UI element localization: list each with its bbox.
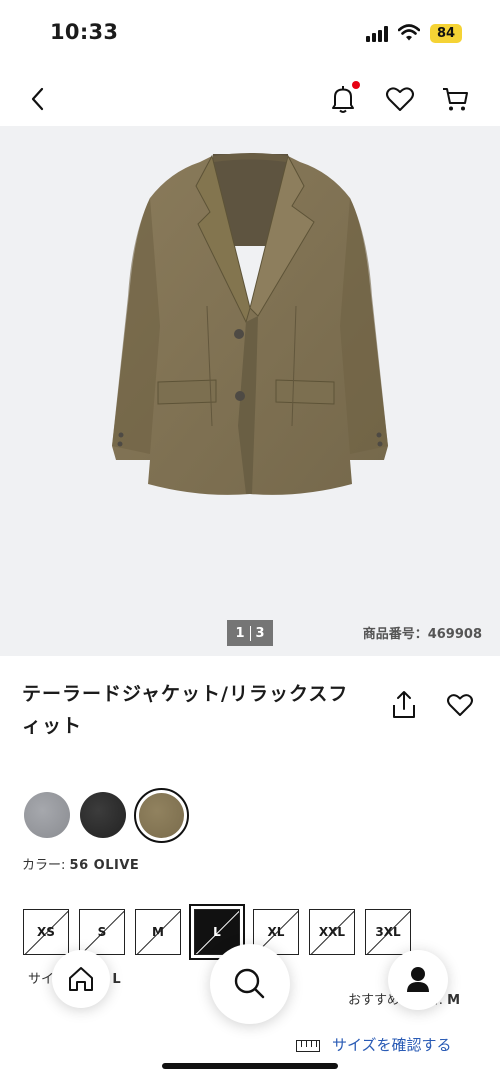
product-title: テーラードジャケット/リラックスフィット	[22, 683, 349, 737]
notification-bell-button[interactable]	[328, 81, 360, 115]
back-chevron-icon[interactable]	[24, 84, 54, 114]
size-option-s[interactable]: S	[79, 909, 125, 955]
cart-icon[interactable]	[440, 84, 470, 114]
size-option-3xl[interactable]: 3XL	[365, 909, 411, 955]
account-icon	[407, 967, 429, 992]
notification-dot	[352, 81, 360, 89]
home-indicator	[162, 1063, 338, 1069]
account-button[interactable]	[388, 950, 448, 1010]
product-jacket-image	[112, 153, 388, 495]
share-icon[interactable]	[390, 690, 418, 720]
color-swatch-black[interactable]	[80, 792, 126, 838]
status-time: 10:33	[50, 20, 119, 44]
total-pages: 3	[255, 625, 265, 641]
favorite-heart-icon[interactable]	[385, 85, 415, 113]
product-number: 商品番号：469908	[362, 627, 482, 642]
page-indicator: 1 3	[227, 620, 273, 646]
selected-color: 56 OLIVE	[69, 858, 140, 873]
signal-icon	[366, 26, 390, 42]
recommended-size-value: M	[447, 993, 461, 1008]
home-button[interactable]	[52, 950, 110, 1008]
size-option-xs[interactable]: XS	[23, 909, 69, 955]
size-check-label: サイズを確認する	[332, 1036, 452, 1054]
size-check-link[interactable]: サイズを確認する	[296, 1034, 452, 1055]
ruler-icon	[296, 1039, 320, 1052]
status-bar: 10:33 84	[0, 0, 500, 66]
top-nav	[0, 72, 500, 126]
home-icon	[69, 967, 93, 991]
search-button[interactable]	[210, 944, 290, 1024]
current-page: 1	[235, 625, 245, 641]
search-icon	[234, 968, 265, 999]
color-label: カラー:	[22, 858, 66, 873]
product-favorite-heart-icon[interactable]	[446, 692, 474, 718]
wifi-icon	[398, 24, 420, 41]
color-swatch-gray[interactable]	[24, 792, 70, 838]
battery-icon: 84	[430, 24, 462, 43]
color-swatch-olive[interactable]	[139, 793, 184, 838]
size-option-m[interactable]: M	[135, 909, 181, 955]
product-image-gallery[interactable]: 1 3 商品番号：469908	[0, 126, 500, 656]
color-info: カラー: 56 OLIVE	[22, 854, 139, 873]
size-option-xxl[interactable]: XXL	[309, 909, 355, 955]
page-separator	[249, 625, 251, 641]
